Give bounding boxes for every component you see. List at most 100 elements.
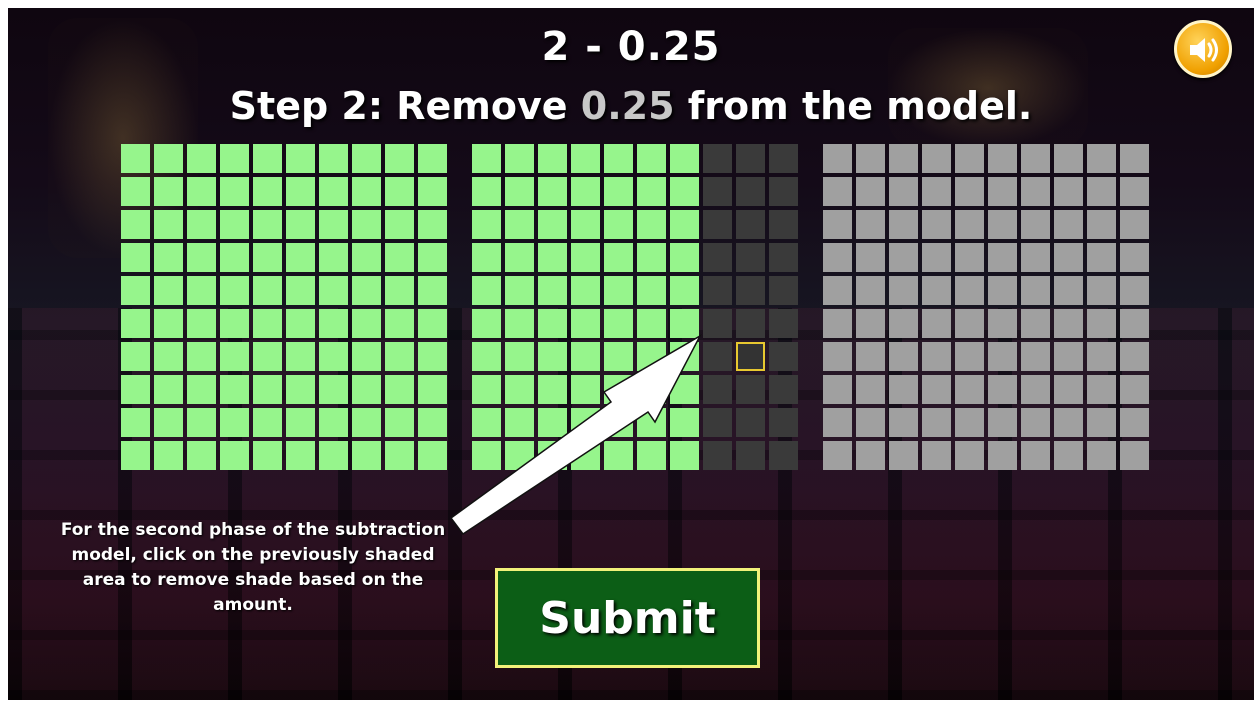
grid-cell[interactable] (154, 144, 183, 173)
grid-cell[interactable] (187, 342, 216, 371)
grid-cell[interactable] (319, 210, 348, 239)
grid-cell[interactable] (385, 144, 414, 173)
grid-cell[interactable] (856, 210, 885, 239)
grid-cell[interactable] (220, 177, 249, 206)
grid-cell[interactable] (1087, 408, 1116, 437)
grid-cell[interactable] (769, 177, 798, 206)
grid-cell[interactable] (319, 441, 348, 470)
grid-cell[interactable] (670, 243, 699, 272)
grid-cell[interactable] (922, 375, 951, 404)
grid-cell[interactable] (670, 210, 699, 239)
grid-cell[interactable] (955, 441, 984, 470)
grid-cell[interactable] (1054, 408, 1083, 437)
grid-cell[interactable] (1054, 243, 1083, 272)
grid-cell[interactable] (253, 375, 282, 404)
grid-cell[interactable] (385, 243, 414, 272)
grid-cell[interactable] (253, 276, 282, 305)
grid-cell[interactable] (703, 276, 732, 305)
grid-cell[interactable] (637, 276, 666, 305)
grid-cell[interactable] (505, 243, 534, 272)
grid-cell[interactable] (769, 408, 798, 437)
grid-cell[interactable] (823, 342, 852, 371)
grid-cell[interactable] (418, 177, 447, 206)
grid-cell[interactable] (154, 441, 183, 470)
grid-cell[interactable] (1120, 144, 1149, 173)
grid-cell[interactable] (385, 309, 414, 338)
grid-cell[interactable] (319, 177, 348, 206)
grid-cell[interactable] (703, 144, 732, 173)
grid-cell[interactable] (1120, 441, 1149, 470)
grid-cell[interactable] (220, 441, 249, 470)
grid-cell[interactable] (319, 144, 348, 173)
grid-cell[interactable] (418, 144, 447, 173)
grid-cell[interactable] (253, 243, 282, 272)
grid-cell[interactable] (856, 375, 885, 404)
grid-cell[interactable] (286, 243, 315, 272)
grid-cell[interactable] (253, 144, 282, 173)
grid-cell[interactable] (856, 276, 885, 305)
grid-cell[interactable] (220, 210, 249, 239)
grid-cell[interactable] (505, 210, 534, 239)
grid-cell[interactable] (823, 144, 852, 173)
grid-cell[interactable] (736, 441, 765, 470)
grid-cell[interactable] (154, 276, 183, 305)
grid-cell[interactable] (385, 210, 414, 239)
grid-cell[interactable] (352, 441, 381, 470)
grid-cell[interactable] (538, 210, 567, 239)
grid-cell[interactable] (988, 441, 1017, 470)
grid-cell[interactable] (418, 210, 447, 239)
grid-cell[interactable] (823, 177, 852, 206)
grid-cell[interactable] (286, 342, 315, 371)
grid-cell[interactable] (1087, 342, 1116, 371)
grid-cell[interactable] (1120, 210, 1149, 239)
grid-cell[interactable] (988, 144, 1017, 173)
grid-cell[interactable] (670, 144, 699, 173)
grid-cell[interactable] (385, 375, 414, 404)
grid-cell[interactable] (121, 309, 150, 338)
grid-cell[interactable] (856, 243, 885, 272)
grid-cell[interactable] (187, 375, 216, 404)
grid-cell[interactable] (604, 210, 633, 239)
grid-cell[interactable] (1120, 243, 1149, 272)
grid-cell[interactable] (187, 309, 216, 338)
selected-grid-cell[interactable] (736, 342, 765, 371)
grid-cell[interactable] (1087, 441, 1116, 470)
grid-cell[interactable] (1054, 210, 1083, 239)
grid-cell[interactable] (703, 210, 732, 239)
grid-cell[interactable] (220, 309, 249, 338)
grid-cell[interactable] (988, 375, 1017, 404)
grid-cell[interactable] (856, 144, 885, 173)
grid-cell[interactable] (922, 177, 951, 206)
grid-cell[interactable] (1120, 342, 1149, 371)
grid-cell[interactable] (955, 408, 984, 437)
grid-cell[interactable] (736, 144, 765, 173)
grid-cell[interactable] (472, 177, 501, 206)
grid-cell[interactable] (1120, 408, 1149, 437)
grid-cell[interactable] (286, 210, 315, 239)
grid-cell[interactable] (253, 441, 282, 470)
grid-cell[interactable] (319, 309, 348, 338)
grid-cell[interactable] (955, 375, 984, 404)
grid-cell[interactable] (571, 243, 600, 272)
grid-cell[interactable] (505, 177, 534, 206)
grid-cell[interactable] (319, 276, 348, 305)
grid-cell[interactable] (1120, 375, 1149, 404)
grid-cell[interactable] (352, 144, 381, 173)
grid-cell[interactable] (538, 276, 567, 305)
grid-cell[interactable] (889, 276, 918, 305)
grid-cell[interactable] (922, 276, 951, 305)
grid-cell[interactable] (769, 210, 798, 239)
grid-cell[interactable] (1087, 375, 1116, 404)
grid-cell[interactable] (1087, 243, 1116, 272)
grid-cell[interactable] (121, 243, 150, 272)
grid-cell[interactable] (187, 210, 216, 239)
grid-cell[interactable] (121, 177, 150, 206)
grid-cell[interactable] (988, 408, 1017, 437)
grid-cell[interactable] (187, 144, 216, 173)
grid-cell[interactable] (736, 309, 765, 338)
grid-cell[interactable] (154, 375, 183, 404)
grid-cell[interactable] (736, 276, 765, 305)
grid-cell[interactable] (220, 243, 249, 272)
grid-cell[interactable] (319, 408, 348, 437)
grid-cell[interactable] (319, 243, 348, 272)
